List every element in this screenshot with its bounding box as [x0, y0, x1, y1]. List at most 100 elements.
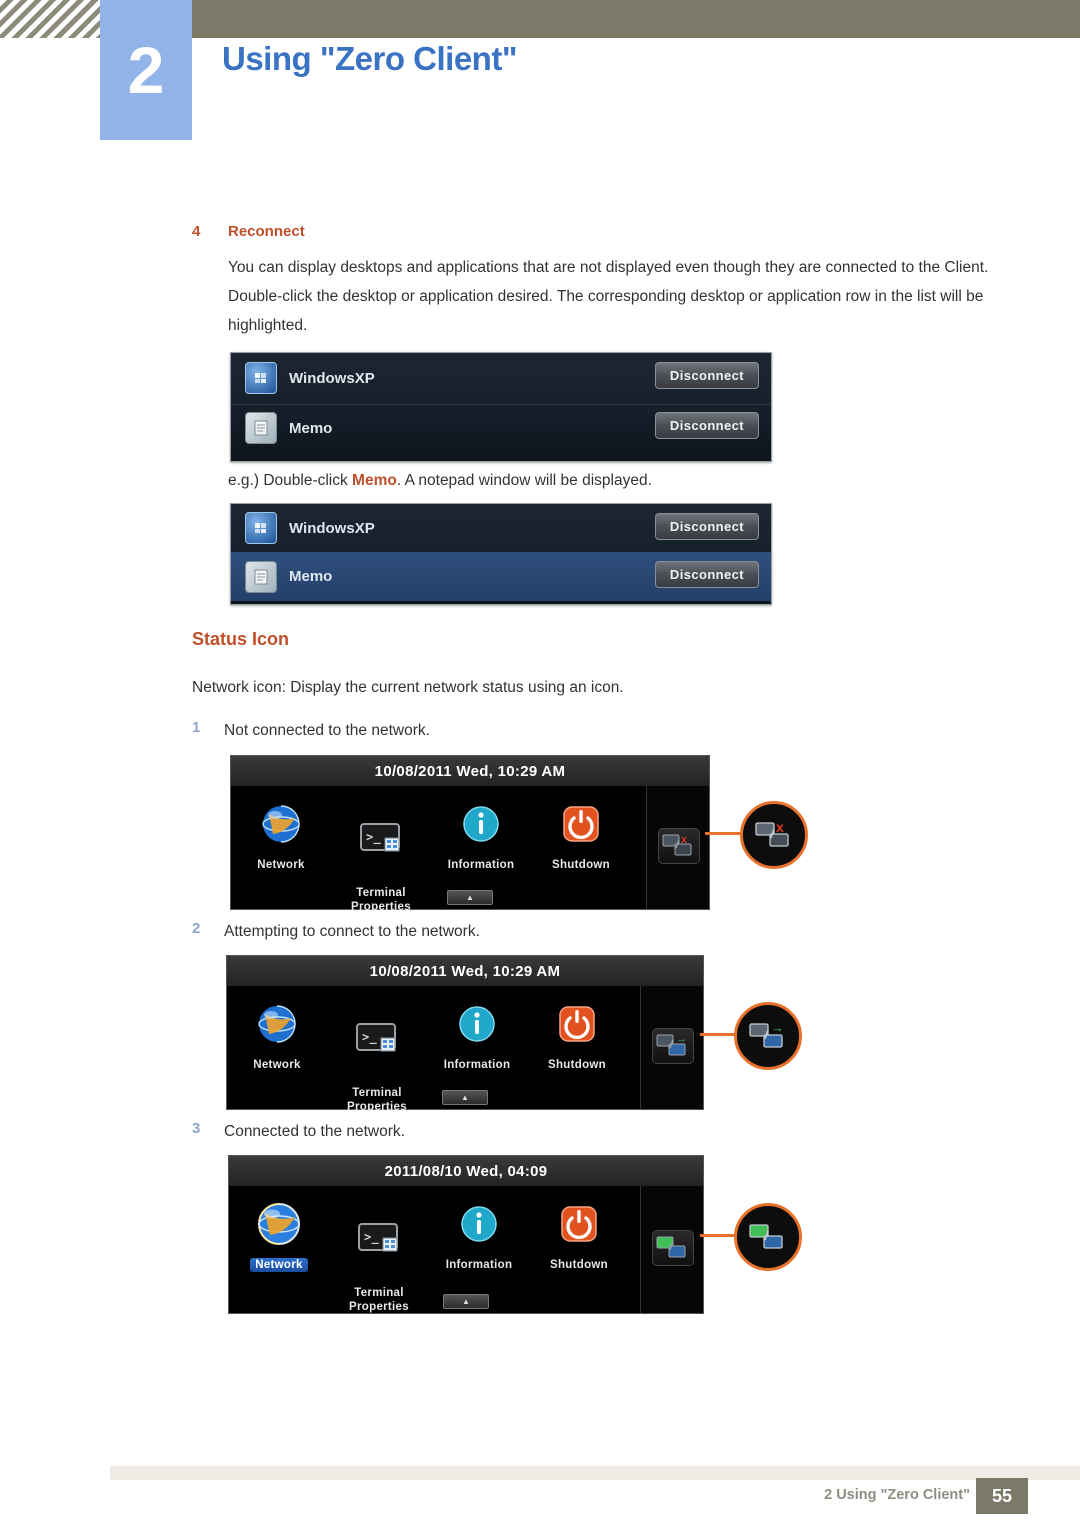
caption-highlight: Memo — [352, 472, 397, 489]
footer-text: 2 Using "Zero Client" — [824, 1487, 970, 1503]
osd-item-information[interactable]: Information — [431, 800, 531, 872]
memo-icon — [245, 560, 277, 593]
disconnect-button[interactable]: Disconnect — [654, 513, 759, 540]
osd-item-information[interactable]: Information — [429, 1200, 529, 1272]
osd-item-terminal-properties[interactable]: >_ Terminal Properties — [327, 1000, 427, 1114]
state-1-text: Not connected to the network. — [224, 722, 430, 739]
svg-text:→: → — [676, 1033, 687, 1045]
osd-item-label: Information — [445, 1259, 513, 1271]
disconnect-button[interactable]: Disconnect — [654, 362, 759, 389]
power-icon — [559, 1006, 595, 1042]
network-connecting-icon: → — [652, 1028, 694, 1064]
state-3-number: 3 — [192, 1120, 201, 1137]
osd-item-shutdown[interactable]: Shutdown — [529, 1200, 629, 1272]
osd-status-area — [640, 1186, 703, 1313]
osd-item-information[interactable]: Information — [427, 1000, 527, 1072]
osd-status-area: x — [646, 786, 709, 909]
globe-icon — [258, 1005, 296, 1043]
svg-text:>_: >_ — [364, 1230, 380, 1245]
osd-item-shutdown[interactable]: Shutdown — [531, 800, 631, 872]
osd-status-area: → — [640, 986, 703, 1109]
reconnect-paragraph: You can display desktops and application… — [228, 259, 989, 334]
osd-item-label: Network — [253, 1059, 301, 1071]
osd-clock: 2011/08/10 Wed, 04:09 — [229, 1156, 703, 1187]
status-icon-intro: Network icon: Display the current networ… — [192, 679, 624, 696]
svg-text:x: x — [776, 819, 784, 835]
state-3-text: Connected to the network. — [224, 1123, 405, 1140]
osd-item-label: Terminal Properties — [351, 887, 411, 913]
memo-icon — [245, 412, 277, 444]
osd-panel-disconnected: 10/08/2011 Wed, 10:29 AM Network >_ Term… — [230, 755, 710, 913]
state-1-number: 1 — [192, 719, 201, 736]
osd-item-label: Network — [257, 859, 305, 871]
reconnect-number: 4 — [192, 223, 201, 240]
osd-scroll-up-arrow[interactable]: ▲ — [442, 1090, 488, 1105]
osd-clock: 10/08/2011 Wed, 10:29 AM — [227, 956, 703, 987]
client-list-panel-after: WindowsXP Disconnect Memo Disconnect — [230, 503, 772, 605]
svg-text:>_: >_ — [362, 1030, 378, 1045]
osd-body: Network >_ Terminal Properties Informati… — [231, 786, 709, 913]
client-name: Memo — [289, 419, 333, 437]
osd-item-terminal-properties[interactable]: >_ Terminal Properties — [331, 800, 431, 914]
network-connecting-icon-zoom: → — [749, 1020, 784, 1048]
svg-text:>_: >_ — [366, 830, 382, 845]
osd-item-label: Shutdown — [548, 1059, 606, 1071]
client-list-row[interactable]: WindowsXP Disconnect — [231, 504, 771, 552]
power-icon — [561, 1206, 597, 1242]
osd-item-label: Information — [447, 859, 515, 871]
footer-rule — [110, 1466, 1080, 1480]
callout-network-disconnected: x — [740, 801, 808, 869]
information-icon — [463, 806, 499, 842]
network-connected-icon-zoom — [749, 1224, 783, 1249]
caption-suffix: . A notepad window will be displayed. — [396, 472, 652, 489]
state-2-number: 2 — [192, 920, 201, 937]
osd-item-label: Information — [443, 1059, 511, 1071]
reconnect-caption: e.g.) Double-click Memo. A notepad windo… — [228, 466, 1018, 495]
terminal-icon: >_ — [356, 1023, 396, 1052]
network-disconnected-icon-zoom: x — [755, 819, 789, 847]
svg-text:→: → — [771, 1020, 784, 1035]
client-name: WindowsXP — [289, 519, 375, 537]
osd-panel-connected: 2011/08/10 Wed, 04:09 Network >_ Termina… — [228, 1155, 704, 1314]
status-icon-section-title: Status Icon — [192, 629, 290, 649]
osd-item-label: Terminal Properties — [349, 1287, 409, 1313]
client-list-row[interactable]: WindowsXP Disconnect — [231, 353, 771, 403]
osd-item-network[interactable]: Network — [227, 1000, 327, 1072]
osd-item-label: Shutdown — [552, 859, 610, 871]
state-2-text: Attempting to connect to the network. — [224, 923, 480, 940]
osd-item-network-selected[interactable]: Network — [229, 1200, 329, 1272]
terminal-icon: >_ — [358, 1223, 398, 1252]
callout-network-connected — [734, 1203, 802, 1271]
power-icon — [563, 806, 599, 842]
osd-item-network[interactable]: Network — [231, 800, 331, 872]
osd-body: Network >_ Terminal Properties Informati… — [229, 1186, 703, 1313]
osd-body: Network >_ Terminal Properties Informati… — [227, 986, 703, 1113]
osd-scroll-up-arrow[interactable]: ▲ — [447, 890, 493, 905]
callout-network-connecting: → — [734, 1002, 802, 1070]
osd-item-shutdown[interactable]: Shutdown — [527, 1000, 627, 1072]
svg-text:x: x — [681, 834, 688, 846]
osd-item-label: Terminal Properties — [347, 1087, 407, 1113]
chapter-number: 2 — [127, 33, 165, 107]
client-list-row[interactable]: Memo Disconnect — [231, 403, 771, 453]
windows-icon — [245, 362, 277, 394]
client-list-row-selected[interactable]: Memo Disconnect — [231, 552, 771, 601]
disconnect-button[interactable]: Disconnect — [654, 412, 759, 439]
network-connected-icon — [652, 1230, 694, 1266]
page-number: 55 — [976, 1478, 1028, 1514]
osd-item-label: Shutdown — [550, 1259, 608, 1271]
globe-icon — [262, 805, 300, 843]
page-title: Using "Zero Client" — [222, 40, 517, 77]
terminal-icon: >_ — [360, 823, 400, 852]
globe-icon — [258, 1203, 300, 1245]
reconnect-title: Reconnect — [228, 223, 305, 240]
windows-icon — [245, 512, 277, 544]
osd-panel-connecting: 10/08/2011 Wed, 10:29 AM Network >_ Term… — [226, 955, 704, 1113]
disconnect-button[interactable]: Disconnect — [654, 561, 759, 588]
client-name: Memo — [289, 568, 333, 585]
information-icon — [461, 1206, 497, 1242]
osd-item-terminal-properties[interactable]: >_ Terminal Properties — [329, 1200, 429, 1314]
osd-clock: 10/08/2011 Wed, 10:29 AM — [231, 756, 709, 787]
client-list-panel-before: WindowsXP Disconnect Memo Disconnect — [230, 352, 772, 462]
osd-scroll-up-arrow[interactable]: ▲ — [443, 1294, 489, 1309]
